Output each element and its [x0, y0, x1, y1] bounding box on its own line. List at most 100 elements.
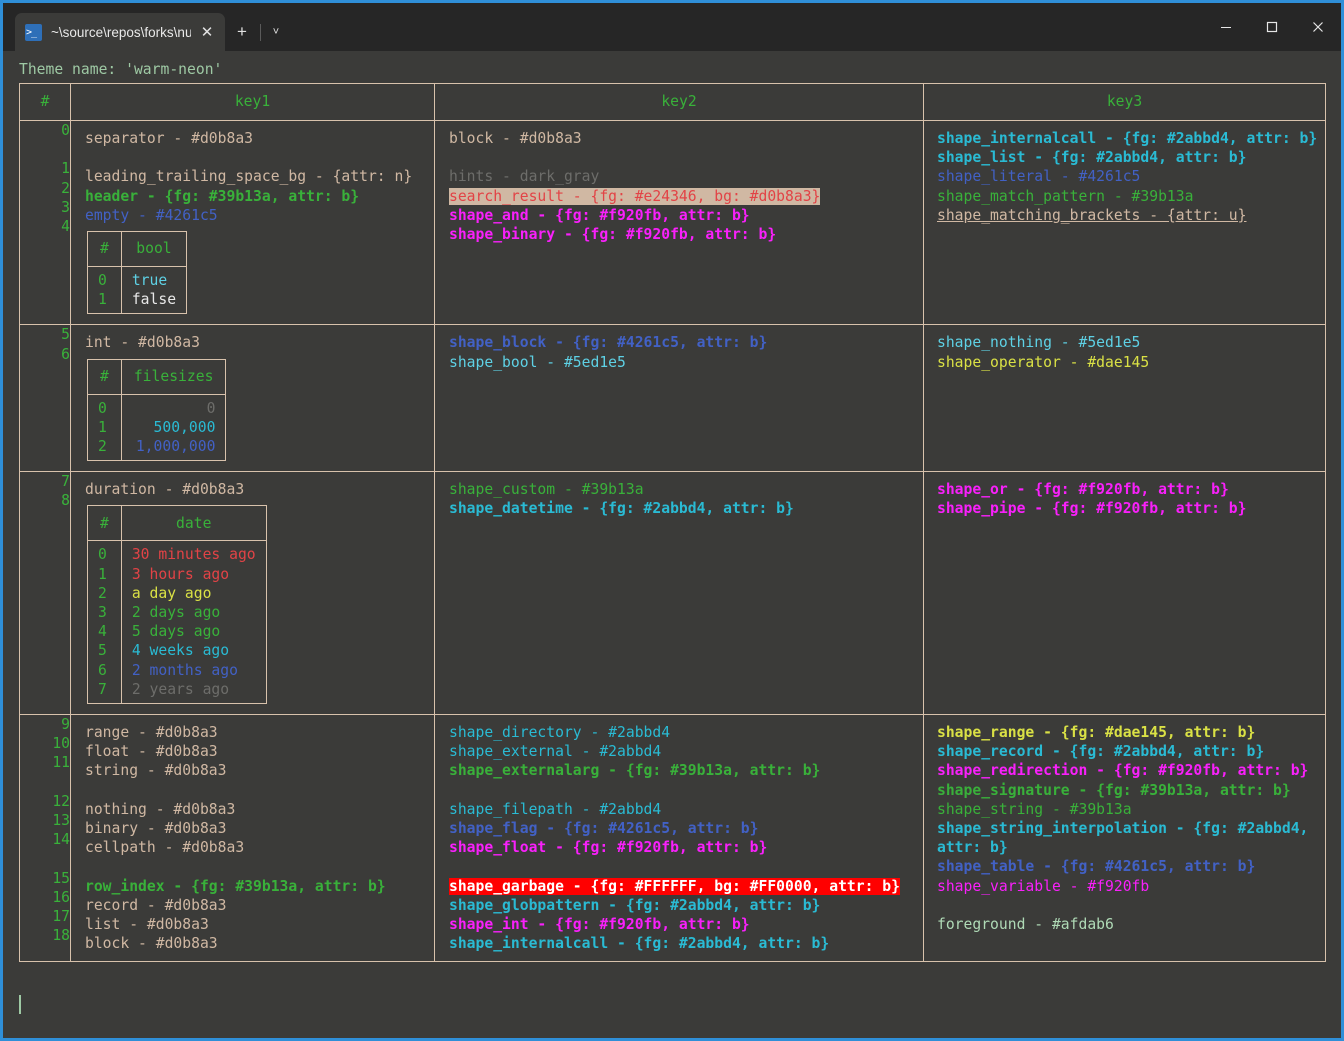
- theme-entry: header - {fg: #39b13a, attr: b}: [85, 187, 360, 205]
- row-index: 3: [98, 604, 107, 622]
- theme-entry: foreground - #afdab6: [937, 916, 1114, 934]
- nested-header-row: # bool: [87, 231, 188, 267]
- row-index: 10: [52, 735, 70, 753]
- row-index: 3: [61, 198, 70, 216]
- row-index: 2: [98, 584, 107, 602]
- nested-col-header-value: date: [120, 505, 267, 542]
- theme-entry: shape_list - {fg: #2abbd4, attr: b}: [937, 149, 1247, 167]
- theme-entry: shape_flag - {fg: #4261c5, attr: b}: [449, 820, 759, 838]
- row-index: 14: [52, 831, 70, 849]
- theme-entry: shape_nothing - #5ed1e5: [937, 334, 1141, 352]
- nested-value-list: 30 minutes ago 3 hours ago a day ago 2 days…: [122, 545, 266, 699]
- row-index: 5: [98, 642, 107, 660]
- theme-entry: shape_string - #39b13a: [937, 800, 1132, 818]
- row-index-cell: 0 123 4: [19, 119, 71, 326]
- theme-entry: shape_block - {fg: #4261c5, attr: b}: [449, 334, 768, 352]
- cell-key3: shape_nothing - #5ed1e5 shape_operator - …: [923, 324, 1326, 473]
- minimize-button[interactable]: [1203, 3, 1249, 51]
- col-header-index: #: [19, 83, 71, 121]
- table-row: 0 1 2 3 4 separator - #d0b8a3 leading_trailin…: [19, 119, 1326, 326]
- row-index: 12: [52, 792, 70, 810]
- row-index: 2: [98, 438, 107, 456]
- table-row: 2 months ago: [122, 661, 266, 680]
- table-row: 0: [88, 271, 117, 290]
- row-index: 4: [98, 623, 107, 641]
- table-row: 3: [88, 603, 117, 622]
- cell-key3: shape_internalcall - {fg: #2abbd4, attr:…: [923, 119, 1326, 326]
- nested-index-list: 012 34567: [88, 545, 117, 699]
- theme-entry: duration - #d0b8a3: [85, 481, 245, 499]
- theme-entry: shape_variable - #f920fb: [937, 877, 1150, 895]
- theme-entry: shape_range - {fg: #dae145, attr: b}: [937, 724, 1256, 742]
- nested-col-header-index: #: [87, 358, 122, 395]
- table-row: 0: [88, 399, 117, 418]
- row-index: [20, 140, 70, 159]
- theme-entry: string - #d0b8a3: [85, 762, 227, 780]
- table-row: 9 10 11 12 13 14 15 16 17 18 range - #d0b8a3 floa…: [19, 714, 1326, 963]
- nested-value-col: true false: [120, 265, 188, 315]
- powershell-icon: [25, 23, 42, 41]
- row-index: [20, 849, 70, 868]
- terminal-tab[interactable]: ~\source\repos\forks\nu_scrip ✕: [15, 13, 225, 51]
- row-index: 1: [98, 291, 107, 309]
- row-index: 9: [61, 716, 70, 734]
- nested-body-row: 0 1 2 0 500,000 1,000,000: [87, 393, 227, 462]
- theme-entry: separator - #d0b8a3: [85, 130, 254, 147]
- chevron-down-icon[interactable]: ˅: [262, 13, 290, 51]
- nested-index-col: 012 34567: [87, 540, 122, 705]
- title-bar: ~\source\repos\forks\nu_scrip ✕ + ˅: [3, 3, 1341, 51]
- row-index: 18: [52, 927, 70, 945]
- theme-entry: int - #d0b8a3: [85, 334, 200, 352]
- row-value: 2 months ago: [131, 661, 238, 679]
- theme-table: # key1 key2 key3 0 1 2 3 4 separator - #d0b8…: [19, 83, 1326, 963]
- col-header-key2: key2: [434, 83, 924, 121]
- table-row: 4: [88, 622, 117, 641]
- new-tab-button[interactable]: +: [225, 13, 259, 51]
- row-index: 5: [61, 326, 70, 344]
- cell-key3: shape_range - {fg: #dae145, attr: b} shap…: [923, 714, 1326, 963]
- row-value: true: [131, 272, 168, 289]
- cell-key1: duration - #d0b8a3 # date 0 1 2 3 4 5 6 7 30 minute…: [70, 471, 435, 716]
- row-index-cell: 78: [19, 471, 71, 716]
- table-row: 1: [88, 565, 117, 584]
- row-index: 1: [61, 160, 70, 178]
- nested-value-list: 0 500,000 1,000,000: [122, 399, 226, 457]
- theme-entry: float - #d0b8a3: [85, 743, 218, 761]
- tab-close-icon[interactable]: ✕: [195, 20, 219, 44]
- row-index: 0: [98, 399, 107, 417]
- row-value: 0: [206, 399, 216, 417]
- header-row: # key1 key2 key3: [19, 83, 1326, 121]
- terminal-content[interactable]: Theme name: 'warm-neon' # key1 key2 key3…: [3, 51, 1341, 1038]
- row-index: 4: [61, 218, 70, 236]
- tab-title: ~\source\repos\forks\nu_scrip: [51, 24, 191, 40]
- table-row: 1,000,000: [122, 437, 226, 456]
- row-index: 16: [52, 888, 70, 906]
- theme-entry: shape_literal - #4261c5: [937, 168, 1141, 186]
- maximize-button[interactable]: [1249, 3, 1295, 51]
- nested-col-header-value: bool: [120, 231, 188, 267]
- col-header-key1: key1: [70, 83, 435, 121]
- row-value: false: [131, 291, 177, 309]
- row-index: 11: [52, 754, 70, 772]
- theme-entry: shape_float - {fg: #f920fb, attr: b}: [449, 839, 768, 857]
- row-index: 6: [98, 661, 107, 679]
- theme-entry: range - #d0b8a3: [85, 724, 218, 742]
- close-button[interactable]: [1295, 3, 1341, 51]
- nested-index-col: 01 2: [87, 393, 122, 462]
- table-row: 30 minutes ago: [122, 545, 266, 564]
- col-header-key3: key3: [923, 83, 1326, 121]
- row-index: 0: [98, 272, 107, 289]
- terminal-window: ~\source\repos\forks\nu_scrip ✕ + ˅ Them…: [0, 0, 1344, 1041]
- table-row: 3 hours ago: [122, 565, 266, 584]
- row-index: 0: [98, 546, 107, 564]
- nested-body-row: 0 1 2 3 4 5 6 7 30 minutes ago 3 hours ago a day a…: [87, 540, 267, 705]
- table-row: 2: [88, 437, 117, 456]
- theme-entry: shape_table - {fg: #4261c5, attr: b}: [937, 858, 1256, 876]
- row-value: 500,000: [153, 418, 216, 436]
- theme-name-line: Theme name: 'warm-neon': [19, 61, 223, 78]
- cell-key3: shape_or - {fg: #f920fb, attr: b} shape_p…: [923, 471, 1326, 716]
